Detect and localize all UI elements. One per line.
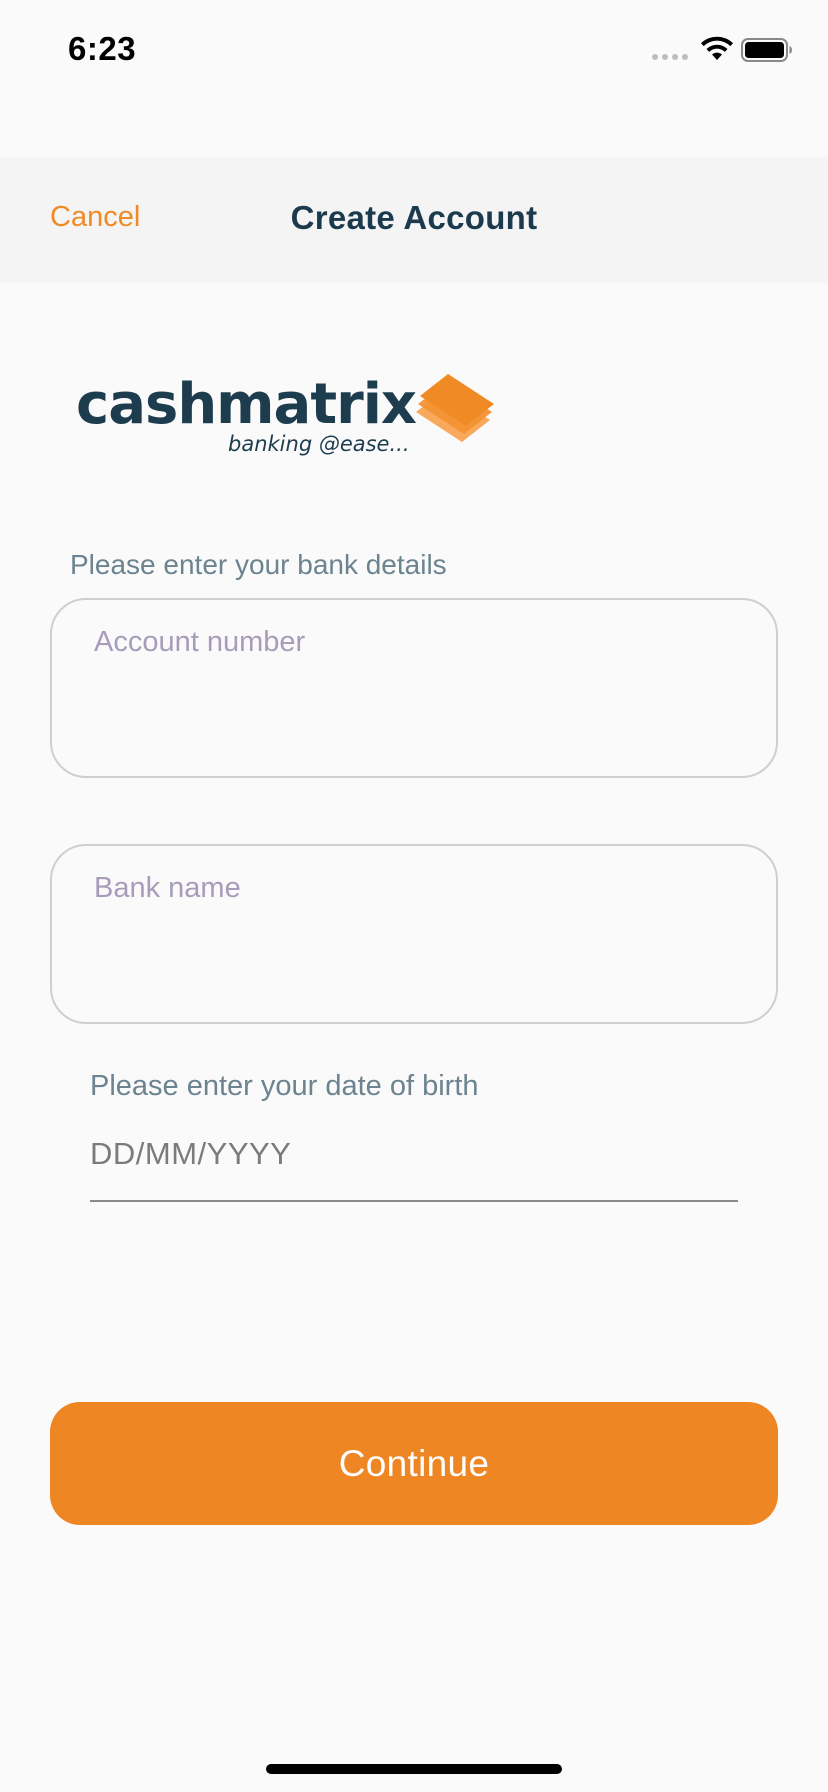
continue-button[interactable]: Continue: [50, 1402, 778, 1525]
bank-name-placeholder: Bank name: [94, 872, 241, 904]
status-time: 6:23: [68, 30, 137, 67]
date-of-birth-placeholder: DD/MM/YYYY: [90, 1136, 292, 1171]
battery-icon: [741, 38, 792, 62]
continue-button-label: Continue: [338, 1442, 490, 1484]
date-of-birth-field[interactable]: DD/MM/YYYY: [90, 1122, 738, 1202]
stacked-layers-icon: [416, 374, 494, 442]
status-bar: 6:23: [0, 0, 828, 100]
account-number-placeholder: Account number: [94, 626, 306, 658]
account-number-field[interactable]: Account number: [50, 598, 778, 778]
date-of-birth-label: Please enter your date of birth: [90, 1070, 479, 1102]
bank-details-label: Please enter your bank details: [70, 549, 447, 580]
cellular-signal-icon: [652, 54, 688, 60]
home-indicator[interactable]: [266, 1764, 562, 1774]
logo-wordmark: cashmatrix: [76, 372, 417, 437]
wifi-icon: [701, 36, 733, 60]
page-title: Create Account: [290, 199, 538, 236]
navigation-bar: Cancel Create Account: [0, 157, 828, 283]
cashmatrix-logo: cashmatrix banking @ease...: [76, 372, 496, 464]
bank-name-field[interactable]: Bank name: [50, 844, 778, 1024]
logo-tagline: banking @ease...: [228, 432, 410, 456]
